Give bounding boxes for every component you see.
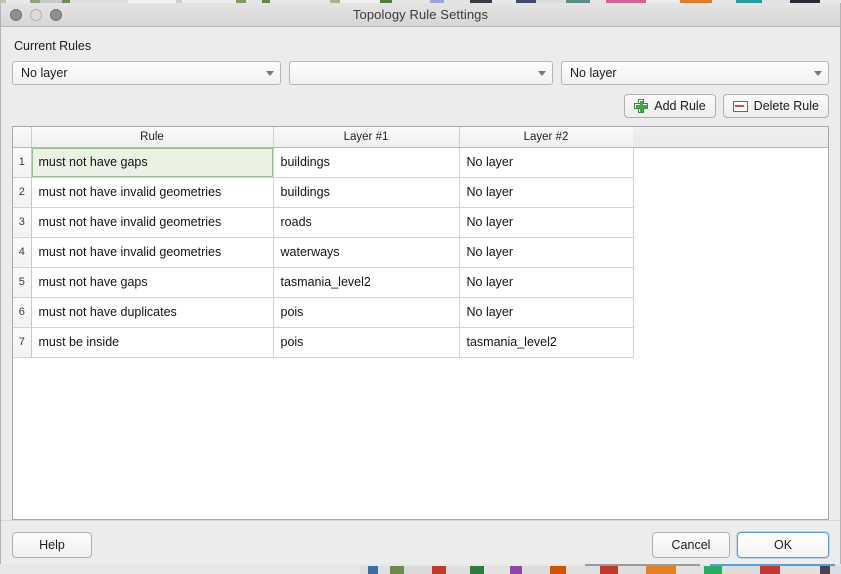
column-header-layer1[interactable]: Layer #1 [273, 127, 460, 148]
window-title: Topology Rule Settings [352, 7, 489, 22]
table-row[interactable]: 5 must not have gaps tasmania_level2 No lay… [13, 267, 634, 298]
cell-layer1[interactable]: roads [273, 207, 460, 238]
row-number[interactable]: 7 [13, 327, 32, 358]
row-number-header [13, 127, 32, 148]
cell-layer1[interactable]: pois [273, 297, 460, 328]
delete-rule-button[interactable]: Delete Rule [722, 94, 829, 118]
table-header-filler [633, 127, 828, 148]
table-row[interactable]: 3 must not have invalid geometries roads No… [13, 207, 634, 238]
cell-rule[interactable]: must not have gaps [31, 267, 274, 298]
help-label: Help [39, 537, 65, 552]
rule-builder-row: No layer No layer [12, 61, 829, 85]
table-header-row: Rule Layer #1 Layer #2 [13, 127, 634, 148]
row-number[interactable]: 1 [13, 147, 32, 178]
table-row[interactable]: 2 must not have invalid geometries buildin… [13, 177, 634, 208]
add-rule-label: Add Rule [654, 98, 706, 113]
table-row[interactable]: 7 must be inside pois tasmania_level2 [13, 327, 634, 358]
minus-icon [732, 100, 748, 112]
rule-layer2-combo-value: No layer [570, 66, 617, 80]
cell-layer1[interactable]: pois [273, 327, 460, 358]
cell-layer1[interactable]: buildings [273, 177, 460, 208]
topology-rule-settings-dialog: Topology Rule Settings Current Rules No … [0, 3, 841, 569]
cell-rule[interactable]: must not have invalid geometries [31, 177, 274, 208]
ok-label: OK [773, 537, 793, 552]
column-header-rule[interactable]: Rule [31, 127, 274, 148]
row-number[interactable]: 5 [13, 267, 32, 298]
table-row[interactable]: 6 must not have duplicates pois No layer [13, 297, 634, 328]
cell-layer2[interactable]: No layer [459, 297, 634, 328]
table-body: 1 must not have gaps buildings No layer 2 mus… [13, 147, 634, 358]
help-button[interactable]: Help [12, 531, 92, 558]
title-bar: Topology Rule Settings [1, 3, 840, 27]
cell-rule[interactable]: must be inside [31, 327, 274, 358]
rule-layer1-combo[interactable]: No layer [12, 61, 281, 85]
row-number[interactable]: 3 [13, 207, 32, 238]
add-rule-button[interactable]: Add Rule [624, 94, 716, 118]
table-header: Rule Layer #1 Layer #2 [13, 127, 634, 148]
rule-layer2-combo[interactable]: No layer [561, 61, 829, 85]
cell-layer2[interactable]: No layer [459, 207, 634, 238]
dialog-footer: Help Cancel OK [1, 520, 840, 568]
cancel-button[interactable]: Cancel [652, 531, 730, 558]
cell-rule[interactable]: must not have invalid geometries [31, 207, 274, 238]
rule-type-combo[interactable] [288, 61, 554, 85]
dialog-content: Current Rules No layer No layer Add Rule… [1, 27, 840, 520]
minimize-icon[interactable] [30, 8, 42, 21]
window-controls [10, 8, 62, 21]
delete-rule-label: Delete Rule [753, 98, 819, 113]
cell-layer2[interactable]: No layer [459, 237, 634, 268]
cell-layer2[interactable]: No layer [459, 267, 634, 298]
cancel-label: Cancel [671, 537, 711, 552]
table-row[interactable]: 1 must not have gaps buildings No layer [13, 147, 634, 178]
ok-button[interactable]: OK [737, 531, 829, 558]
cell-layer2[interactable]: No layer [459, 147, 634, 178]
cell-layer1[interactable]: buildings [273, 147, 460, 178]
table-row[interactable]: 4 must not have invalid geometries waterwa… [13, 237, 634, 268]
row-number[interactable]: 6 [13, 297, 32, 328]
cell-rule[interactable]: must not have gaps [31, 147, 274, 178]
close-icon[interactable] [10, 8, 22, 21]
cell-rule[interactable]: must not have duplicates [31, 297, 274, 328]
chevron-down-icon [814, 70, 822, 76]
cell-layer1[interactable]: tasmania_level2 [273, 267, 460, 298]
chevron-down-icon [538, 70, 547, 76]
current-rules-label: Current Rules [14, 39, 92, 53]
cell-layer1[interactable]: waterways [273, 237, 460, 268]
row-number[interactable]: 2 [13, 177, 32, 208]
chevron-down-icon [265, 70, 274, 76]
cell-layer2[interactable]: No layer [459, 177, 634, 208]
background-window-bottom-strip [0, 564, 841, 574]
rules-table-container[interactable]: Rule Layer #1 Layer #2 1 must not have ga… [12, 126, 829, 520]
rule-actions: Add Rule Delete Rule [12, 94, 829, 118]
rules-table: Rule Layer #1 Layer #2 1 must not have ga… [13, 127, 634, 358]
rule-layer1-combo-value: No layer [21, 66, 68, 80]
row-number[interactable]: 4 [13, 237, 32, 268]
maximize-icon[interactable] [50, 8, 62, 21]
cell-layer2[interactable]: tasmania_level2 [459, 327, 634, 358]
column-header-layer2[interactable]: Layer #2 [459, 127, 634, 148]
plus-icon [634, 99, 649, 113]
cell-rule[interactable]: must not have invalid geometries [31, 237, 274, 268]
